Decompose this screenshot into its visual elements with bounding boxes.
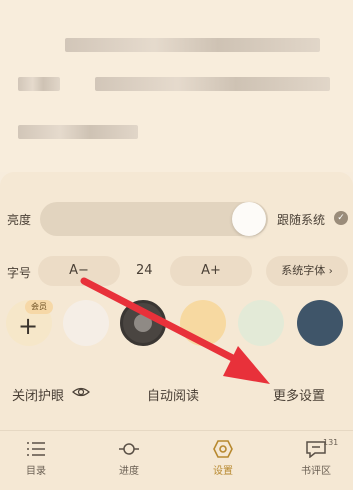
annotation-arrow [80,277,270,384]
